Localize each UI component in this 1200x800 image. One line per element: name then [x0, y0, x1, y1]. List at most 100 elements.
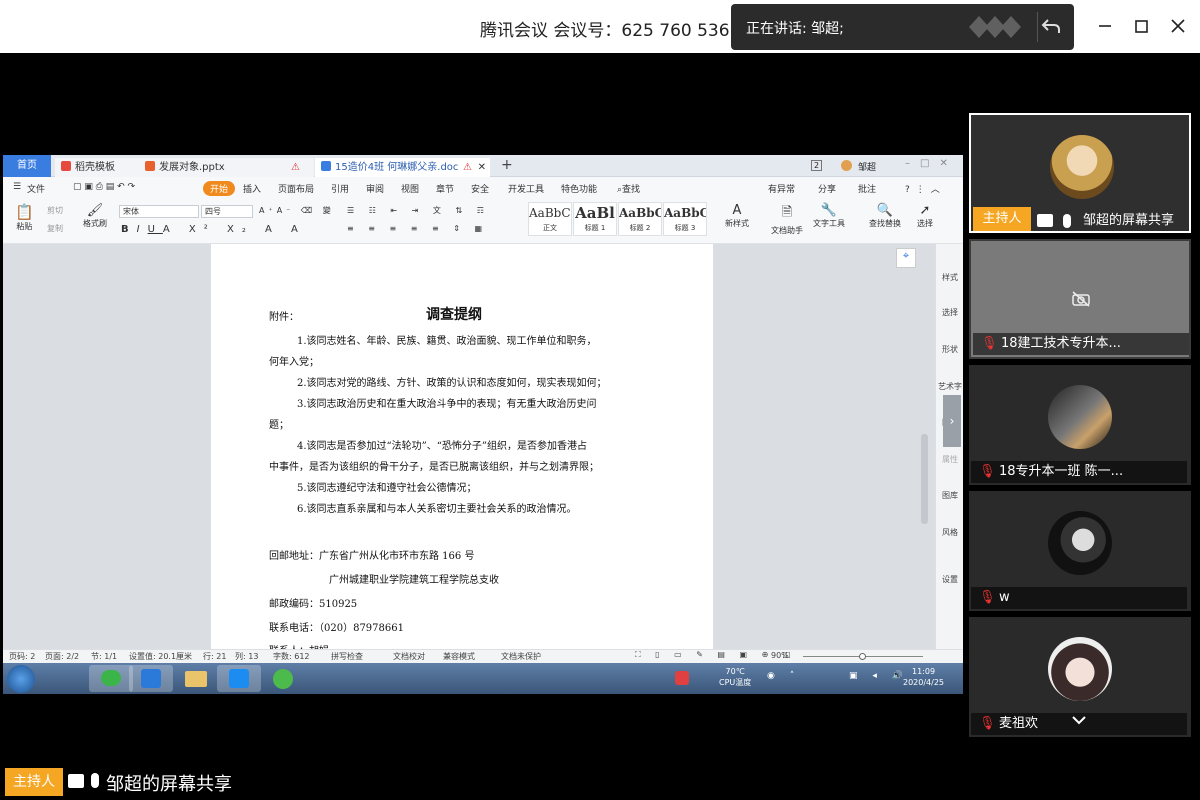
menu-search-label: 查找 — [622, 185, 641, 195]
select-label: 选择 — [917, 219, 933, 228]
tab-docer[interactable]: 稻壳模板 — [55, 158, 139, 177]
meeting-task[interactable] — [217, 665, 261, 692]
side-settings[interactable]: 设置 — [936, 574, 963, 585]
browser-task[interactable] — [261, 665, 305, 692]
tray-status-icons[interactable]: ◉ ˄ — [767, 671, 800, 681]
doc-phone: 联系电话：（020）87978661 — [269, 623, 404, 634]
menu-review[interactable]: 审阅 — [366, 182, 384, 195]
menu-devtools[interactable]: 开发工具 — [508, 182, 544, 195]
participant-label: 🎙 18建工技术专升本... — [973, 333, 1189, 355]
text-tools-button[interactable]: 🔧 文字工具 — [813, 203, 845, 229]
scrollbar[interactable] — [921, 434, 928, 524]
style-normal[interactable]: AaBbCcDd 正文 — [528, 202, 572, 236]
start-button[interactable] — [7, 665, 35, 693]
doc-assistant-button[interactable]: 🗎 文档助手 — [771, 203, 803, 236]
tab-doc[interactable]: 15造价4班 何琳娜父亲.doc ⚠ ✕ — [315, 158, 490, 177]
paste-button[interactable]: 📋 粘贴 — [15, 203, 34, 232]
menu-chapter[interactable]: 章节 — [436, 182, 454, 195]
font-select[interactable]: 宋体 — [119, 205, 199, 218]
return-icon[interactable] — [1040, 16, 1062, 38]
style-h3[interactable]: AaBbC 标题 3 — [663, 202, 707, 236]
menu-start[interactable]: 开始 — [203, 181, 236, 196]
participant-tile[interactable]: 🎙 18专升本一班 陈一... — [969, 365, 1191, 485]
new-style-button[interactable]: A 新样式 — [725, 203, 749, 229]
sync-status[interactable]: 有异常 — [768, 182, 795, 195]
menu-features[interactable]: 特色功能 — [561, 182, 597, 195]
close-icon[interactable] — [1166, 14, 1190, 38]
side-property[interactable]: 属性 — [936, 454, 963, 465]
wps-icon — [141, 669, 161, 688]
zoom-thumb[interactable] — [859, 653, 866, 660]
share-button[interactable]: 分享 — [818, 182, 836, 195]
wrench-icon: 🔧 — [820, 203, 838, 218]
side-gallery[interactable]: 图库 — [936, 490, 963, 501]
format-painter-button[interactable]: 🖌 格式刷 — [83, 203, 107, 229]
menu-insert[interactable]: 插入 — [243, 182, 261, 195]
style-h3-sample: AaBbC — [664, 206, 706, 220]
chevron-down-icon[interactable] — [1071, 715, 1087, 725]
paragraph-tools[interactable]: ☰ ☷ ⇤ ⇥ 文 ⇅ ☶ — [347, 205, 490, 216]
menu-reference[interactable]: 引用 — [331, 182, 349, 195]
participant-tile[interactable]: 主持人 邹超的屏幕共享 — [969, 113, 1191, 233]
mic-muted-icon: 🎙 — [981, 336, 998, 351]
status-bar: 页码: 2 页面: 2/2 节: 1/1 设置值: 20.1厘米 行: 21 列… — [3, 649, 963, 663]
tab-close-icon[interactable]: ✕ — [478, 158, 486, 177]
maximize-icon[interactable] — [1129, 14, 1153, 38]
style-h3-name: 标题 3 — [674, 224, 696, 232]
side-theme[interactable]: 风格 — [936, 527, 963, 538]
style-h2-sample: AaBbC — [619, 206, 661, 220]
copy-button[interactable]: 复制 — [47, 223, 63, 234]
style-h2[interactable]: AaBbC 标题 2 — [618, 202, 662, 236]
style-h1[interactable]: AaBl 标题 1 — [573, 202, 617, 236]
wps-task[interactable] — [129, 665, 173, 692]
word-icon — [321, 161, 331, 171]
tab-home[interactable]: 首页 — [3, 155, 51, 177]
side-shape[interactable]: 形状 — [936, 344, 963, 355]
font-size-tools[interactable]: A⁺A⁻ ⌫ 變 — [259, 205, 335, 216]
participant-name: 18建工技术专升本... — [1001, 336, 1121, 351]
document-page[interactable]: 附件： 调查提纲 1.该同志姓名、年龄、民族、籍贯、政治面貌、现工作单位和职务，… — [211, 244, 713, 664]
align-tools[interactable]: ≡ ≡ ≡ ≡ ≡ ⇕ ▦ — [347, 224, 488, 233]
status-words: 字数: 612 — [273, 652, 310, 661]
tray-right-icons[interactable]: ▣ ◂ 🔊 — [849, 671, 909, 681]
wechat-task[interactable] — [89, 665, 133, 692]
annotate-button[interactable]: 批注 — [858, 182, 876, 195]
select-button[interactable]: ➚ 选择 — [917, 203, 933, 229]
new-tab-icon[interactable]: + — [501, 157, 513, 173]
user-avatar[interactable] — [841, 160, 852, 171]
participant-name: w — [999, 590, 1010, 605]
menu-security[interactable]: 安全 — [471, 182, 489, 195]
screen-share-icon — [68, 774, 84, 788]
side-wordart[interactable]: 艺术字 — [936, 381, 963, 392]
find-replace-button[interactable]: 🔍 查找替换 — [869, 203, 901, 229]
menu-file[interactable]: 文件 — [27, 182, 45, 195]
warning-icon: ⚠ — [291, 162, 300, 173]
cut-button[interactable]: 剪切 — [47, 205, 63, 216]
browser-icon — [273, 669, 293, 689]
status-spell[interactable]: 拼写检查 — [331, 651, 363, 662]
participant-tile[interactable]: 🎙 麦祖欢 — [969, 617, 1191, 737]
font-format-tools[interactable]: BIUA X² X₂ A A — [121, 224, 306, 235]
font-size-select[interactable]: 四号 — [201, 205, 253, 218]
side-style[interactable]: 样式 — [936, 272, 963, 283]
hamburger-icon[interactable]: ☰ — [13, 182, 21, 192]
explorer-task[interactable] — [173, 665, 217, 692]
ppt-icon — [145, 161, 155, 171]
wps-tab-bar: 首页 稻壳模板 发展对象.pptx ⚠ 15造价4班 何琳娜父亲.doc ⚠ ✕ + … — [3, 155, 963, 177]
menu-layout[interactable]: 页面布局 — [278, 182, 314, 195]
help-icons[interactable]: ?⋮︿ — [905, 182, 946, 195]
status-zoom[interactable]: 90% — [771, 651, 789, 660]
panel-expand-icon[interactable]: › — [943, 395, 961, 447]
tray-icons[interactable] — [675, 671, 689, 685]
tab-pptx[interactable]: 发展对象.pptx ⚠ — [139, 158, 314, 177]
participant-tile[interactable]: 🎙 w — [969, 491, 1191, 611]
doc-item-6: 6.该同志直系亲属和与本人关系密切主要社会关系的政治情况。 — [297, 504, 577, 515]
participant-tile[interactable]: 🎙 18建工技术专升本... — [969, 239, 1191, 359]
side-select[interactable]: 选择 — [936, 307, 963, 318]
user-name: 邹超 — [858, 163, 877, 173]
menu-view[interactable]: 视图 — [401, 182, 419, 195]
minimize-icon[interactable] — [1093, 14, 1117, 38]
location-icon[interactable]: ⌖ — [896, 248, 916, 268]
status-proof[interactable]: 文档校对 — [393, 651, 425, 662]
menu-search[interactable]: ⌕查找 — [617, 182, 640, 195]
